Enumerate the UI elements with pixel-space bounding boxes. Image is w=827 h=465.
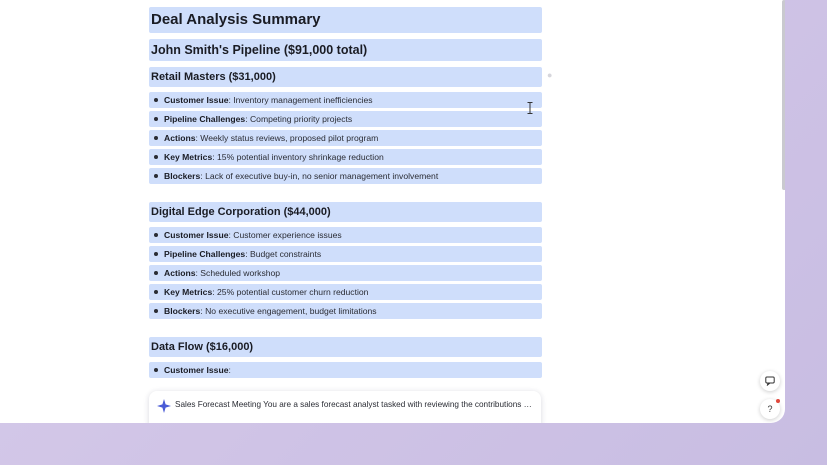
list-item: Pipeline Challenges: Competing priority … — [149, 111, 542, 127]
item-label: Customer Issue — [164, 365, 229, 375]
item-text: 25% potential customer churn reduction — [217, 287, 369, 297]
item-text: No executive engagement, budget limitati… — [205, 306, 377, 316]
section-heading: Data Flow ($16,000) — [149, 337, 542, 357]
question-mark-icon: ? — [767, 404, 773, 414]
list-item: Customer Issue: Inventory management ine… — [149, 92, 542, 108]
sparkle-icon — [157, 399, 171, 413]
list-item: Customer Issue: — [149, 362, 542, 378]
bullet-list: Customer Issue: — [149, 362, 542, 378]
item-label: Customer Issue — [164, 230, 229, 240]
text-cursor-icon — [527, 102, 533, 114]
item-text: Competing priority projects — [249, 114, 353, 124]
item-label: Customer Issue — [164, 95, 229, 105]
list-item: Actions: Weekly status reviews, proposed… — [149, 130, 542, 146]
chat-button[interactable] — [760, 371, 780, 391]
item-sep: : — [228, 365, 231, 375]
prompt-text: Sales Forecast Meeting You are a sales f… — [175, 400, 535, 409]
document: Deal Analysis Summary John Smith's Pipel… — [149, 7, 542, 381]
faint-marker-icon: ● — [547, 70, 553, 80]
item-text: Weekly status reviews, proposed pilot pr… — [200, 133, 379, 143]
section-digital-edge: Digital Edge Corporation ($44,000) Custo… — [149, 202, 542, 319]
section-retail-masters: Retail Masters ($31,000) Customer Issue:… — [149, 67, 542, 184]
section-heading: Digital Edge Corporation ($44,000) — [149, 202, 542, 222]
list-item: Key Metrics: 25% potential customer chur… — [149, 284, 542, 300]
list-item: Blockers: No executive engagement, budge… — [149, 303, 542, 319]
item-text: Inventory management inefficiencies — [233, 95, 373, 105]
item-label: Key Metrics — [164, 152, 213, 162]
item-text: Budget constraints — [249, 249, 322, 259]
item-label: Actions — [164, 268, 196, 278]
list-item: Pipeline Challenges: Budget constraints — [149, 246, 542, 262]
app-window: Deal Analysis Summary John Smith's Pipel… — [0, 0, 785, 423]
notification-dot — [776, 399, 780, 403]
item-text: Lack of executive buy-in, no senior mana… — [205, 171, 439, 181]
section-data-flow: Data Flow ($16,000) Customer Issue: — [149, 337, 542, 378]
item-label: Actions — [164, 133, 196, 143]
section-heading: Retail Masters ($31,000) — [149, 67, 542, 87]
item-label: Pipeline Challenges — [164, 114, 246, 124]
pipeline-heading: John Smith's Pipeline ($91,000 total) — [149, 39, 542, 61]
bullet-list: Customer Issue: Inventory management ine… — [149, 92, 542, 184]
item-label: Blockers — [164, 171, 201, 181]
list-item: Customer Issue: Customer experience issu… — [149, 227, 542, 243]
item-label: Key Metrics — [164, 287, 213, 297]
item-text: Customer experience issues — [233, 230, 342, 240]
chat-bubble-icon — [765, 376, 775, 386]
scrollbar-thumb[interactable] — [782, 0, 785, 190]
list-item: Actions: Scheduled workshop — [149, 265, 542, 281]
item-label: Pipeline Challenges — [164, 249, 246, 259]
item-label: Blockers — [164, 306, 201, 316]
bullet-list: Customer Issue: Customer experience issu… — [149, 227, 542, 319]
list-item: Key Metrics: 15% potential inventory shr… — [149, 149, 542, 165]
list-item: Blockers: Lack of executive buy-in, no s… — [149, 168, 542, 184]
item-text: 15% potential inventory shrinkage reduct… — [217, 152, 384, 162]
prompt-card[interactable]: Sales Forecast Meeting You are a sales f… — [149, 391, 541, 423]
item-text: Scheduled workshop — [200, 268, 281, 278]
doc-title: Deal Analysis Summary — [149, 7, 542, 33]
